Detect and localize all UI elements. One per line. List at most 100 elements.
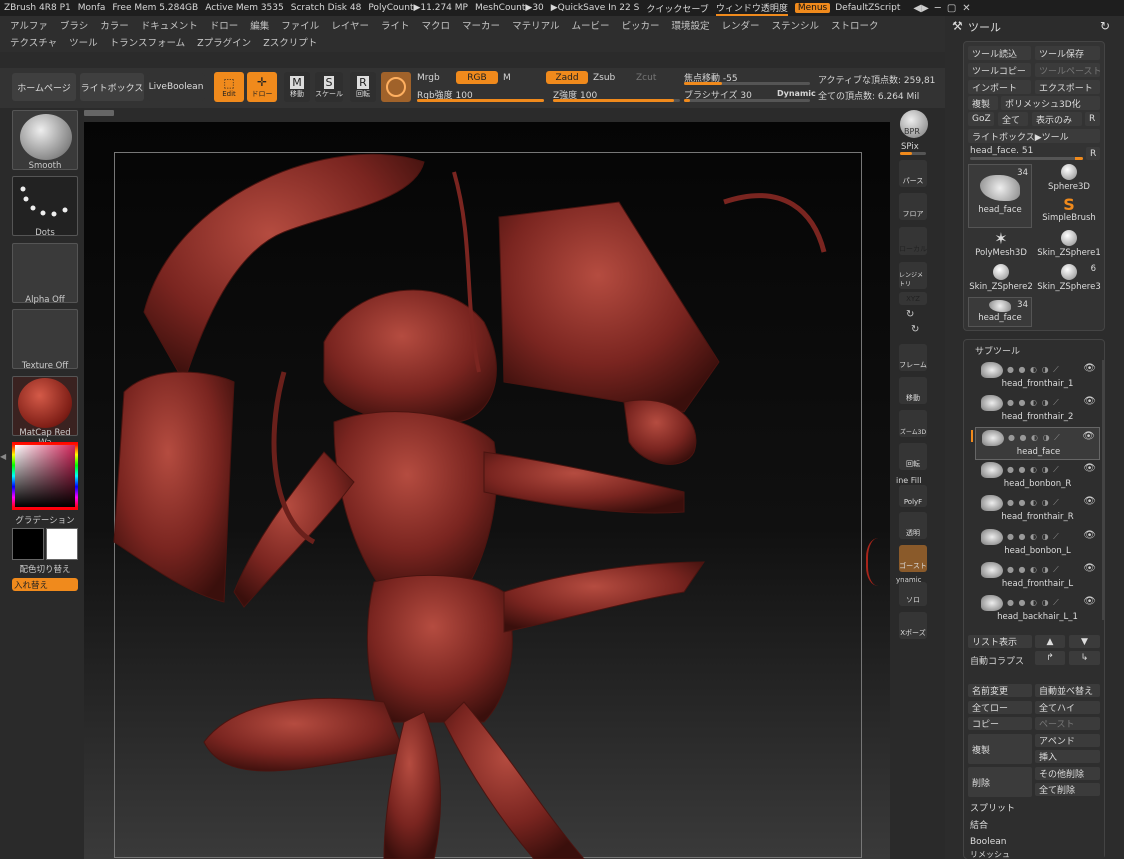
line-fill-label[interactable]: ine Fill <box>896 476 921 485</box>
switch-color-button[interactable]: 配色切り替え <box>12 563 78 575</box>
subtool-row[interactable]: ● ● ◐ ◑ ⟋ 👁 head_fronthair_1 <box>975 360 1100 393</box>
r-button-2[interactable]: R <box>1086 147 1100 160</box>
rotate-z-icon[interactable]: ↻ <box>911 324 919 335</box>
tool-thumb-skin-zsphere1[interactable]: Skin_ZSphere1 <box>1036 230 1102 262</box>
focal-shift-slider[interactable] <box>684 82 810 85</box>
save-tool-button[interactable]: ツール保存 <box>1035 46 1100 60</box>
menu-item[interactable]: マーカー <box>462 18 500 32</box>
dynamic-toggle[interactable]: Dynamic <box>777 89 816 98</box>
menu-item[interactable]: カラー <box>100 18 129 32</box>
boolean-section[interactable]: Boolean <box>966 834 1104 849</box>
m-button[interactable]: M <box>503 73 511 83</box>
edit-button[interactable]: ⬚ Edit <box>214 72 244 102</box>
menu-item[interactable]: ドロー <box>210 18 239 32</box>
liveboolean-button[interactable]: LiveBoolean <box>147 73 205 101</box>
paste-tool-button[interactable]: ツールペースト <box>1035 63 1100 77</box>
duplicate-button[interactable]: 複製 <box>968 734 1032 764</box>
auto-collapse-label[interactable]: 自動コラプス <box>970 654 1024 667</box>
menu-item[interactable]: マテリアル <box>512 18 559 32</box>
menu-item[interactable]: ピッカー <box>621 18 659 32</box>
frame-button[interactable]: フレーム <box>899 344 927 371</box>
remesh-section[interactable]: リメッシュ <box>966 850 1104 859</box>
list-all-button[interactable]: リスト表示 <box>968 635 1032 648</box>
refresh-icon[interactable]: ↻ <box>1100 19 1110 33</box>
menu-item[interactable]: トランスフォーム <box>110 35 186 49</box>
xyz-button[interactable]: XYZ <box>899 292 927 305</box>
subtool-toggles[interactable]: ● ● ◐ ◑ ⟋ <box>1008 433 1061 443</box>
subtool-toggles[interactable]: ● ● ◐ ◑ ⟋ <box>1007 565 1060 575</box>
arrows-icon[interactable]: ◀▶ <box>913 3 928 14</box>
arrow-down-right-icon[interactable]: ↳ <box>1069 651 1100 665</box>
tool-thumb-skin-zsphere3[interactable]: Skin_ZSphere3 6 <box>1036 264 1102 296</box>
auto-reorder-button[interactable]: 自動並べ替え <box>1035 684 1100 697</box>
draw-size-slider[interactable] <box>684 99 810 102</box>
subtool-toggles[interactable]: ● ● ◐ ◑ ⟋ <box>1007 465 1060 475</box>
menu-item[interactable]: Zプラグイン <box>197 35 251 49</box>
swap-button[interactable]: 入れ替え <box>12 578 78 591</box>
append-button[interactable]: アペンド <box>1035 734 1100 747</box>
eye-icon[interactable]: 👁 <box>1083 596 1096 607</box>
z-intensity-slider[interactable] <box>553 99 680 102</box>
sculpture-model[interactable] <box>84 122 890 859</box>
ghost-button[interactable]: ゴースト <box>899 545 927 572</box>
menu-item[interactable]: 環境設定 <box>672 18 710 32</box>
alpha-thumbnail[interactable] <box>12 243 78 303</box>
transparent-button[interactable]: 透明 <box>899 512 927 539</box>
move-up-icon[interactable]: ▲ <box>1035 635 1065 648</box>
tool-thumb-head-face-2[interactable]: head_face 34 <box>968 297 1032 327</box>
draw-button[interactable]: ✛ ドロー <box>247 72 277 102</box>
canvas-scrollbar[interactable] <box>84 110 114 116</box>
default-zscript[interactable]: DefaultZScript <box>835 3 900 13</box>
split-section[interactable]: スプリット <box>966 800 1104 815</box>
zcut-button[interactable]: Zcut <box>636 73 656 83</box>
symmetry-button[interactable]: レンジメトリ <box>899 262 927 289</box>
all-low-button[interactable]: 全てロー <box>968 701 1032 714</box>
floor-button[interactable]: フロア <box>899 193 927 220</box>
spix-slider[interactable] <box>900 152 926 155</box>
menu-item[interactable]: ライト <box>381 18 410 32</box>
eye-icon[interactable]: 👁 <box>1083 463 1096 474</box>
document-canvas[interactable] <box>84 122 890 859</box>
subtool-row[interactable]: ● ● ◐ ◑ ⟋ 👁 head_bonbon_L <box>975 527 1100 560</box>
rgb-intensity-slider[interactable] <box>417 99 544 102</box>
make-polymesh-button[interactable]: ポリメッシュ3D化 <box>1001 96 1100 110</box>
rotate-view-button[interactable]: 回転 <box>899 443 927 470</box>
eye-icon[interactable]: 👁 <box>1083 563 1096 574</box>
xpose-button[interactable]: Xポーズ <box>899 612 927 639</box>
menu-item[interactable]: ツール <box>69 35 98 49</box>
subtool-toggles[interactable]: ● ● ◐ ◑ ⟋ <box>1007 498 1060 508</box>
delete-other-button[interactable]: その他削除 <box>1035 767 1100 780</box>
menu-item[interactable]: レンダー <box>722 18 760 32</box>
load-tool-button[interactable]: ツール読込 <box>968 46 1031 60</box>
current-tool-slider[interactable] <box>970 157 1083 160</box>
move-down-icon[interactable]: ▼ <box>1069 635 1100 648</box>
rotate-y-icon[interactable]: ↻ <box>906 309 914 320</box>
subtool-row[interactable]: ● ● ◐ ◑ ⟋ 👁 head_bonbon_R <box>975 460 1100 493</box>
subtool-row[interactable]: ● ● ◐ ◑ ⟋ 👁 head_face <box>975 426 1100 460</box>
spix-label[interactable]: SPix <box>901 142 919 152</box>
maximize-icon[interactable]: ▢ <box>947 3 956 14</box>
scale-button[interactable]: S スケール <box>315 72 343 102</box>
menu-item[interactable]: ブラシ <box>60 18 88 32</box>
left-collapse-arrow-icon[interactable]: ◀ <box>0 452 6 461</box>
move-view-button[interactable]: 移動 <box>899 377 927 404</box>
menu-item[interactable]: レイヤー <box>331 18 369 32</box>
material-thumbnail[interactable] <box>12 376 78 436</box>
subtool-row[interactable]: ● ● ◐ ◑ ⟋ 👁 head_backhair_L_1 <box>975 593 1100 626</box>
subtool-row[interactable]: ● ● ◐ ◑ ⟋ 👁 head_fronthair_2 <box>975 393 1100 426</box>
texture-thumbnail[interactable] <box>12 309 78 369</box>
move-button[interactable]: M 移動 <box>284 72 310 102</box>
close-icon[interactable]: ✕ <box>962 3 970 14</box>
rgb-button[interactable]: RGB <box>456 71 498 84</box>
eye-icon[interactable]: 👁 <box>1082 431 1095 442</box>
delete-all-button[interactable]: 全て削除 <box>1035 783 1100 796</box>
subtool-header[interactable]: サブツール <box>975 344 1020 357</box>
copy-tool-button[interactable]: ツールコピー <box>968 63 1031 77</box>
mrgb-button[interactable]: Mrgb <box>417 73 440 83</box>
window-transparency[interactable]: ウィンドウ透明度 <box>715 1 788 16</box>
paste-subtool-button[interactable]: ペースト <box>1035 717 1100 730</box>
eye-icon[interactable]: 👁 <box>1083 363 1096 374</box>
menu-item[interactable]: ドキュメント <box>141 18 198 32</box>
arrow-up-right-icon[interactable]: ↱ <box>1035 651 1065 665</box>
rename-button[interactable]: 名前変更 <box>968 684 1032 697</box>
